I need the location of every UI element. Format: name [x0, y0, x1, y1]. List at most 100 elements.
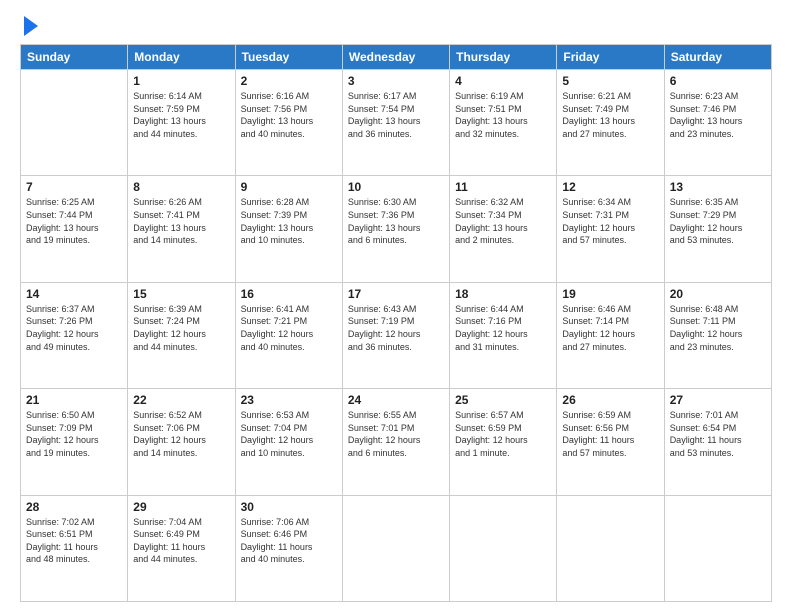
calendar-cell: 17 Sunrise: 6:43 AM Sunset: 7:19 PM Dayli…	[342, 282, 449, 388]
day-info: Sunrise: 6:25 AM Sunset: 7:44 PM Dayligh…	[26, 196, 122, 246]
calendar-cell: 30Sunrise: 7:06 AM Sunset: 6:46 PM Dayli…	[235, 495, 342, 601]
logo-arrow-icon	[24, 16, 38, 36]
calendar-cell: 5 Sunrise: 6:21 AM Sunset: 7:49 PM Daylig…	[557, 70, 664, 176]
day-number: 20	[670, 287, 766, 301]
day-info: Sunrise: 6:19 AM Sunset: 7:51 PM Dayligh…	[455, 90, 551, 140]
day-info: Sunrise: 6:26 AM Sunset: 7:41 PM Dayligh…	[133, 196, 229, 246]
day-number: 24	[348, 393, 444, 407]
day-info: Sunrise: 6:50 AM Sunset: 7:09 PM Dayligh…	[26, 409, 122, 459]
calendar-cell: 22Sunrise: 6:52 AM Sunset: 7:06 PM Dayli…	[128, 389, 235, 495]
calendar-cell: 12 Sunrise: 6:34 AM Sunset: 7:31 PM Dayli…	[557, 176, 664, 282]
day-info: Sunrise: 6:17 AM Sunset: 7:54 PM Dayligh…	[348, 90, 444, 140]
calendar-cell: 8 Sunrise: 6:26 AM Sunset: 7:41 PM Daylig…	[128, 176, 235, 282]
day-number: 7	[26, 180, 122, 194]
calendar-week-row: 7 Sunrise: 6:25 AM Sunset: 7:44 PM Daylig…	[21, 176, 772, 282]
day-number: 19	[562, 287, 658, 301]
day-info: Sunrise: 6:30 AM Sunset: 7:36 PM Dayligh…	[348, 196, 444, 246]
calendar-cell: 13 Sunrise: 6:35 AM Sunset: 7:29 PM Dayli…	[664, 176, 771, 282]
day-info: Sunrise: 7:02 AM Sunset: 6:51 PM Dayligh…	[26, 516, 122, 566]
day-info: Sunrise: 6:43 AM Sunset: 7:19 PM Dayligh…	[348, 303, 444, 353]
logo	[20, 18, 38, 36]
calendar-day-header: Saturday	[664, 45, 771, 70]
day-info: Sunrise: 6:57 AM Sunset: 6:59 PM Dayligh…	[455, 409, 551, 459]
calendar-cell: 10Sunrise: 6:30 AM Sunset: 7:36 PM Dayli…	[342, 176, 449, 282]
day-number: 23	[241, 393, 337, 407]
calendar-cell	[664, 495, 771, 601]
calendar-cell: 27Sunrise: 7:01 AM Sunset: 6:54 PM Dayli…	[664, 389, 771, 495]
calendar-week-row: 1Sunrise: 6:14 AM Sunset: 7:59 PM Daylig…	[21, 70, 772, 176]
calendar-cell: 24 Sunrise: 6:55 AM Sunset: 7:01 PM Dayli…	[342, 389, 449, 495]
calendar-cell	[342, 495, 449, 601]
calendar-day-header: Monday	[128, 45, 235, 70]
calendar-day-header: Sunday	[21, 45, 128, 70]
calendar-cell: 20 Sunrise: 6:48 AM Sunset: 7:11 PM Dayli…	[664, 282, 771, 388]
day-info: Sunrise: 6:32 AM Sunset: 7:34 PM Dayligh…	[455, 196, 551, 246]
calendar-cell: 15 Sunrise: 6:39 AM Sunset: 7:24 PM Dayli…	[128, 282, 235, 388]
calendar-cell: 6Sunrise: 6:23 AM Sunset: 7:46 PM Daylig…	[664, 70, 771, 176]
day-info: Sunrise: 6:52 AM Sunset: 7:06 PM Dayligh…	[133, 409, 229, 459]
day-number: 26	[562, 393, 658, 407]
day-info: Sunrise: 6:59 AM Sunset: 6:56 PM Dayligh…	[562, 409, 658, 459]
day-number: 25	[455, 393, 551, 407]
day-number: 13	[670, 180, 766, 194]
calendar-cell: 3 Sunrise: 6:17 AM Sunset: 7:54 PM Daylig…	[342, 70, 449, 176]
calendar-week-row: 28 Sunrise: 7:02 AM Sunset: 6:51 PM Dayli…	[21, 495, 772, 601]
day-number: 12	[562, 180, 658, 194]
day-info: Sunrise: 6:28 AM Sunset: 7:39 PM Dayligh…	[241, 196, 337, 246]
day-info: Sunrise: 6:35 AM Sunset: 7:29 PM Dayligh…	[670, 196, 766, 246]
day-info: Sunrise: 6:21 AM Sunset: 7:49 PM Dayligh…	[562, 90, 658, 140]
day-info: Sunrise: 6:55 AM Sunset: 7:01 PM Dayligh…	[348, 409, 444, 459]
calendar-cell: 16Sunrise: 6:41 AM Sunset: 7:21 PM Dayli…	[235, 282, 342, 388]
day-number: 29	[133, 500, 229, 514]
day-info: Sunrise: 6:41 AM Sunset: 7:21 PM Dayligh…	[241, 303, 337, 353]
calendar-day-header: Friday	[557, 45, 664, 70]
header	[20, 18, 772, 36]
day-info: Sunrise: 6:44 AM Sunset: 7:16 PM Dayligh…	[455, 303, 551, 353]
day-number: 21	[26, 393, 122, 407]
calendar-cell: 4 Sunrise: 6:19 AM Sunset: 7:51 PM Daylig…	[450, 70, 557, 176]
day-number: 6	[670, 74, 766, 88]
day-number: 30	[241, 500, 337, 514]
calendar-cell: 26 Sunrise: 6:59 AM Sunset: 6:56 PM Dayli…	[557, 389, 664, 495]
day-number: 15	[133, 287, 229, 301]
calendar-cell: 19 Sunrise: 6:46 AM Sunset: 7:14 PM Dayli…	[557, 282, 664, 388]
day-number: 18	[455, 287, 551, 301]
day-info: Sunrise: 6:39 AM Sunset: 7:24 PM Dayligh…	[133, 303, 229, 353]
calendar-cell: 7 Sunrise: 6:25 AM Sunset: 7:44 PM Daylig…	[21, 176, 128, 282]
day-number: 5	[562, 74, 658, 88]
calendar-cell: 2 Sunrise: 6:16 AM Sunset: 7:56 PM Daylig…	[235, 70, 342, 176]
day-number: 11	[455, 180, 551, 194]
calendar-cell: 23 Sunrise: 6:53 AM Sunset: 7:04 PM Dayli…	[235, 389, 342, 495]
calendar-day-header: Wednesday	[342, 45, 449, 70]
calendar-cell: 9 Sunrise: 6:28 AM Sunset: 7:39 PM Daylig…	[235, 176, 342, 282]
calendar-table: SundayMondayTuesdayWednesdayThursdayFrid…	[20, 44, 772, 602]
calendar-header-row: SundayMondayTuesdayWednesdayThursdayFrid…	[21, 45, 772, 70]
day-number: 14	[26, 287, 122, 301]
calendar-cell: 1Sunrise: 6:14 AM Sunset: 7:59 PM Daylig…	[128, 70, 235, 176]
day-info: Sunrise: 7:04 AM Sunset: 6:49 PM Dayligh…	[133, 516, 229, 566]
calendar-day-header: Thursday	[450, 45, 557, 70]
day-info: Sunrise: 6:14 AM Sunset: 7:59 PM Dayligh…	[133, 90, 229, 140]
day-number: 17	[348, 287, 444, 301]
day-number: 4	[455, 74, 551, 88]
page: SundayMondayTuesdayWednesdayThursdayFrid…	[0, 0, 792, 612]
calendar-cell	[557, 495, 664, 601]
day-number: 8	[133, 180, 229, 194]
day-number: 27	[670, 393, 766, 407]
calendar-cell	[450, 495, 557, 601]
calendar-cell: 21 Sunrise: 6:50 AM Sunset: 7:09 PM Dayli…	[21, 389, 128, 495]
day-info: Sunrise: 6:48 AM Sunset: 7:11 PM Dayligh…	[670, 303, 766, 353]
day-info: Sunrise: 6:53 AM Sunset: 7:04 PM Dayligh…	[241, 409, 337, 459]
calendar-cell: 25 Sunrise: 6:57 AM Sunset: 6:59 PM Dayli…	[450, 389, 557, 495]
day-info: Sunrise: 6:46 AM Sunset: 7:14 PM Dayligh…	[562, 303, 658, 353]
day-info: Sunrise: 6:16 AM Sunset: 7:56 PM Dayligh…	[241, 90, 337, 140]
calendar-cell: 14 Sunrise: 6:37 AM Sunset: 7:26 PM Dayli…	[21, 282, 128, 388]
day-info: Sunrise: 6:37 AM Sunset: 7:26 PM Dayligh…	[26, 303, 122, 353]
calendar-cell: 18 Sunrise: 6:44 AM Sunset: 7:16 PM Dayli…	[450, 282, 557, 388]
calendar-cell: 29 Sunrise: 7:04 AM Sunset: 6:49 PM Dayli…	[128, 495, 235, 601]
day-number: 2	[241, 74, 337, 88]
day-number: 9	[241, 180, 337, 194]
day-number: 28	[26, 500, 122, 514]
day-info: Sunrise: 6:34 AM Sunset: 7:31 PM Dayligh…	[562, 196, 658, 246]
day-number: 3	[348, 74, 444, 88]
